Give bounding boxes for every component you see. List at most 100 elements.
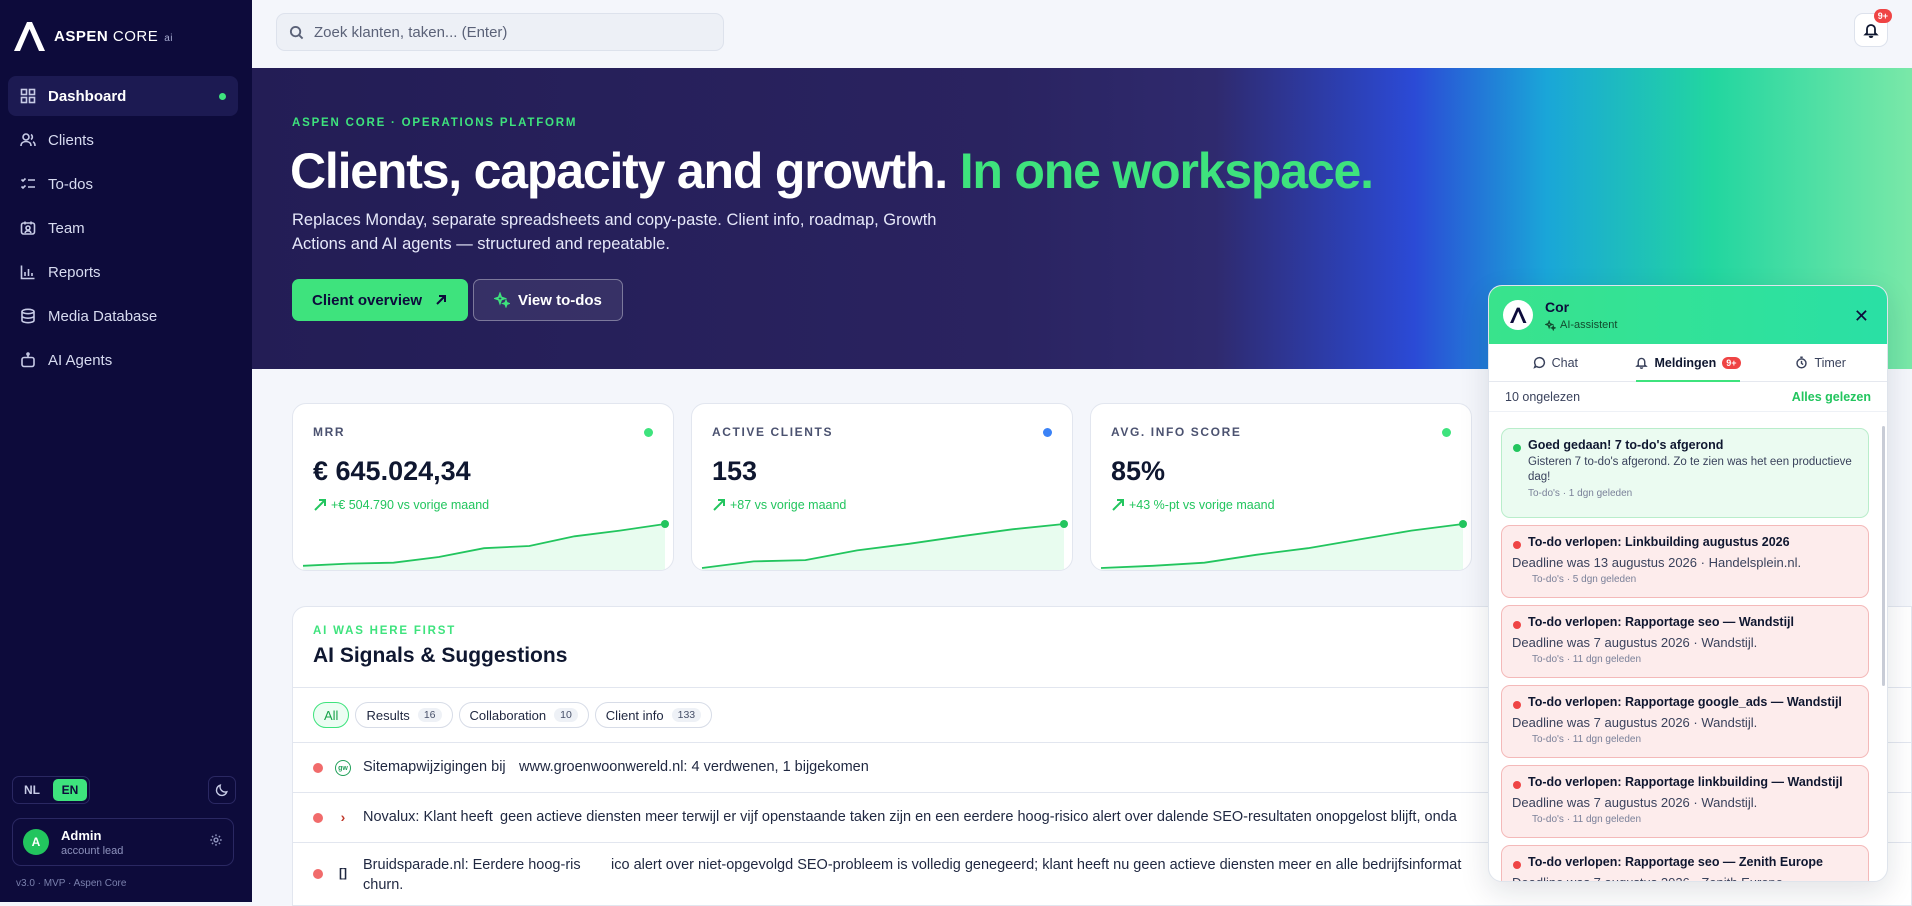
sidebar-item-label: Reports (48, 263, 101, 281)
filter-all[interactable]: All (313, 702, 350, 728)
kpi-label: MRR (313, 425, 346, 439)
lang-nl-button[interactable]: NL (15, 779, 49, 801)
sidebar-item-label: To-dos (48, 175, 94, 193)
trend-up-icon (1112, 499, 1124, 511)
notification-title: To-do verlopen: Rapportage seo — Zenith … (1528, 855, 1823, 869)
filter-collaboration[interactable]: Collaboration 10 (458, 702, 589, 728)
sidebar-item-label: Media Database (48, 307, 158, 325)
bell-icon (1863, 24, 1879, 38)
sparkline-chart (302, 520, 669, 570)
kpi-card-active-clients[interactable]: ACTIVE CLIENTS 153 +87 vs vorige maand (691, 403, 1073, 571)
sparkline-chart (1100, 520, 1467, 570)
tab-meldingen[interactable]: Meldingen 9+ (1622, 344, 1755, 382)
moon-icon (215, 784, 228, 797)
filter-results[interactable]: Results 16 (355, 702, 453, 728)
sidebar: ASPEN CORE ai Dashboard Clients To-dos Te… (0, 0, 252, 902)
signal-client: Novalux: Klant heeft (363, 809, 493, 825)
kpi-value: 153 (712, 456, 758, 486)
lang-en-button[interactable]: EN (53, 779, 87, 801)
hero-eyebrow: ASPEN CORE · OPERATIONS PLATFORM (292, 117, 578, 129)
notification-meta: To-do's · 1 dgn geleden (1528, 488, 1633, 499)
notification-title: To-do verlopen: Rapportage google_ads — … (1528, 695, 1842, 709)
sidebar-item-dashboard[interactable]: Dashboard (8, 76, 238, 116)
version-label: v3.0 · MVP · Aspen Core (16, 878, 127, 889)
kpi-value: € 645.024,34 (313, 456, 471, 486)
signal-text: www.groenwoonwereld.nl: 4 verdwenen, 1 b… (519, 759, 869, 775)
search-placeholder: Zoek klanten, taken... (Enter) (314, 23, 508, 41)
notification-body: Deadline was 7 augustus 2026 · Wandstijl… (1512, 635, 1758, 650)
tab-chat[interactable]: Chat (1489, 344, 1622, 381)
kpi-label: AVG. INFO SCORE (1111, 425, 1242, 439)
client-logo-icon: [] (339, 866, 347, 880)
filter-client-info[interactable]: Client info 133 (594, 702, 713, 728)
kpi-card-mrr[interactable]: MRR € 645.024,34 +€ 504.790 vs vorige ma… (292, 403, 674, 571)
kpi-delta: +€ 504.790 vs vorige maand (313, 498, 489, 512)
active-indicator (219, 93, 226, 100)
scrollbar[interactable] (1882, 426, 1885, 686)
kpi-delta: +87 vs vorige maand (712, 498, 846, 512)
brand-logo[interactable]: ASPEN CORE ai (12, 20, 173, 52)
status-dot (1043, 428, 1052, 437)
search-icon (289, 25, 304, 39)
signal-text-continued: churn. (363, 877, 404, 893)
sidebar-item-todos[interactable]: To-dos (8, 164, 238, 204)
notification-body: Deadline was 13 augustus 2026 · Handelsp… (1512, 555, 1802, 570)
kpi-card-info-score[interactable]: AVG. INFO SCORE 85% +43 %-pt vs vorige m… (1090, 403, 1472, 571)
user-role: account lead (61, 844, 124, 857)
signal-text: geen actieve diensten meer terwijl er vi… (500, 809, 1457, 825)
view-todos-button[interactable]: View to-dos (473, 279, 623, 321)
language-switch: NL EN (12, 776, 90, 804)
sidebar-item-reports[interactable]: Reports (8, 252, 238, 292)
kpi-delta: +43 %-pt vs vorige maand (1111, 498, 1275, 512)
assistant-subtitle: AI-assistent (1545, 319, 1617, 331)
signals-eyebrow: AI WAS HERE FIRST (313, 625, 457, 637)
sidebar-item-media-database[interactable]: Media Database (8, 296, 238, 336)
sidebar-item-ai-agents[interactable]: AI Agents (8, 340, 238, 380)
sparkline-end-point (661, 520, 669, 528)
client-logo-icon: gw (335, 760, 351, 776)
users-icon (20, 132, 36, 148)
notification-item[interactable]: To-do verlopen: Linkbuilding augustus 20… (1501, 525, 1869, 598)
notifications-button[interactable]: 9+ (1854, 9, 1892, 47)
avatar: A (23, 829, 49, 855)
sidebar-item-clients[interactable]: Clients (8, 120, 238, 160)
notification-meta: To-do's · 5 dgn geleden (1532, 574, 1637, 585)
notification-item[interactable]: Goed gedaan! 7 to-do's afgerond Gisteren… (1501, 428, 1869, 518)
sparkline-chart (701, 520, 1068, 570)
aspen-logo-icon (1510, 307, 1527, 323)
search-input[interactable]: Zoek klanten, taken... (Enter) (276, 13, 724, 51)
status-dot (1513, 701, 1521, 709)
notification-title: Goed gedaan! 7 to-do's afgerond (1528, 438, 1724, 452)
trend-up-icon (713, 499, 725, 511)
notification-meta: To-do's · 11 dgn geleden (1532, 814, 1642, 825)
sidebar-item-team[interactable]: Team (8, 208, 238, 248)
notification-item[interactable]: To-do verlopen: Rapportage google_ads — … (1501, 685, 1869, 758)
client-logo-icon: › (340, 809, 346, 825)
kpi-value: 85% (1111, 456, 1166, 486)
signals-title: AI Signals & Suggestions (313, 644, 568, 667)
robot-icon (20, 352, 36, 368)
tab-timer[interactable]: Timer (1754, 344, 1887, 381)
notification-item[interactable]: To-do verlopen: Rapportage linkbuilding … (1501, 765, 1869, 838)
notification-item[interactable]: To-do verlopen: Rapportage seo — Zenith … (1501, 845, 1869, 881)
status-dot (1513, 444, 1521, 452)
notification-item[interactable]: To-do verlopen: Rapportage seo — Wandsti… (1501, 605, 1869, 678)
close-icon[interactable]: ✕ (1854, 306, 1869, 327)
sidebar-item-label: AI Agents (48, 351, 113, 369)
user-card[interactable]: A Admin account lead (12, 818, 234, 866)
theme-toggle-button[interactable] (208, 776, 236, 804)
client-overview-button[interactable]: Client overview (292, 279, 469, 321)
arrow-up-right-icon (436, 295, 447, 305)
filter-count: 133 (671, 708, 702, 722)
severity-dot (313, 763, 323, 773)
assistant-name: Cor (1545, 299, 1570, 315)
assistant-avatar (1503, 300, 1533, 330)
bar-chart-icon (20, 264, 36, 280)
gear-icon[interactable] (209, 833, 223, 852)
notification-body: Deadline was 7 augustus 2026 · Zenith Eu… (1512, 874, 1858, 881)
kpi-label: ACTIVE CLIENTS (712, 425, 834, 439)
chat-icon (1532, 356, 1545, 369)
notification-title: To-do verlopen: Rapportage linkbuilding … (1528, 775, 1843, 789)
status-dot (644, 428, 653, 437)
mark-all-read-link[interactable]: Alles gelezen (1792, 390, 1871, 404)
